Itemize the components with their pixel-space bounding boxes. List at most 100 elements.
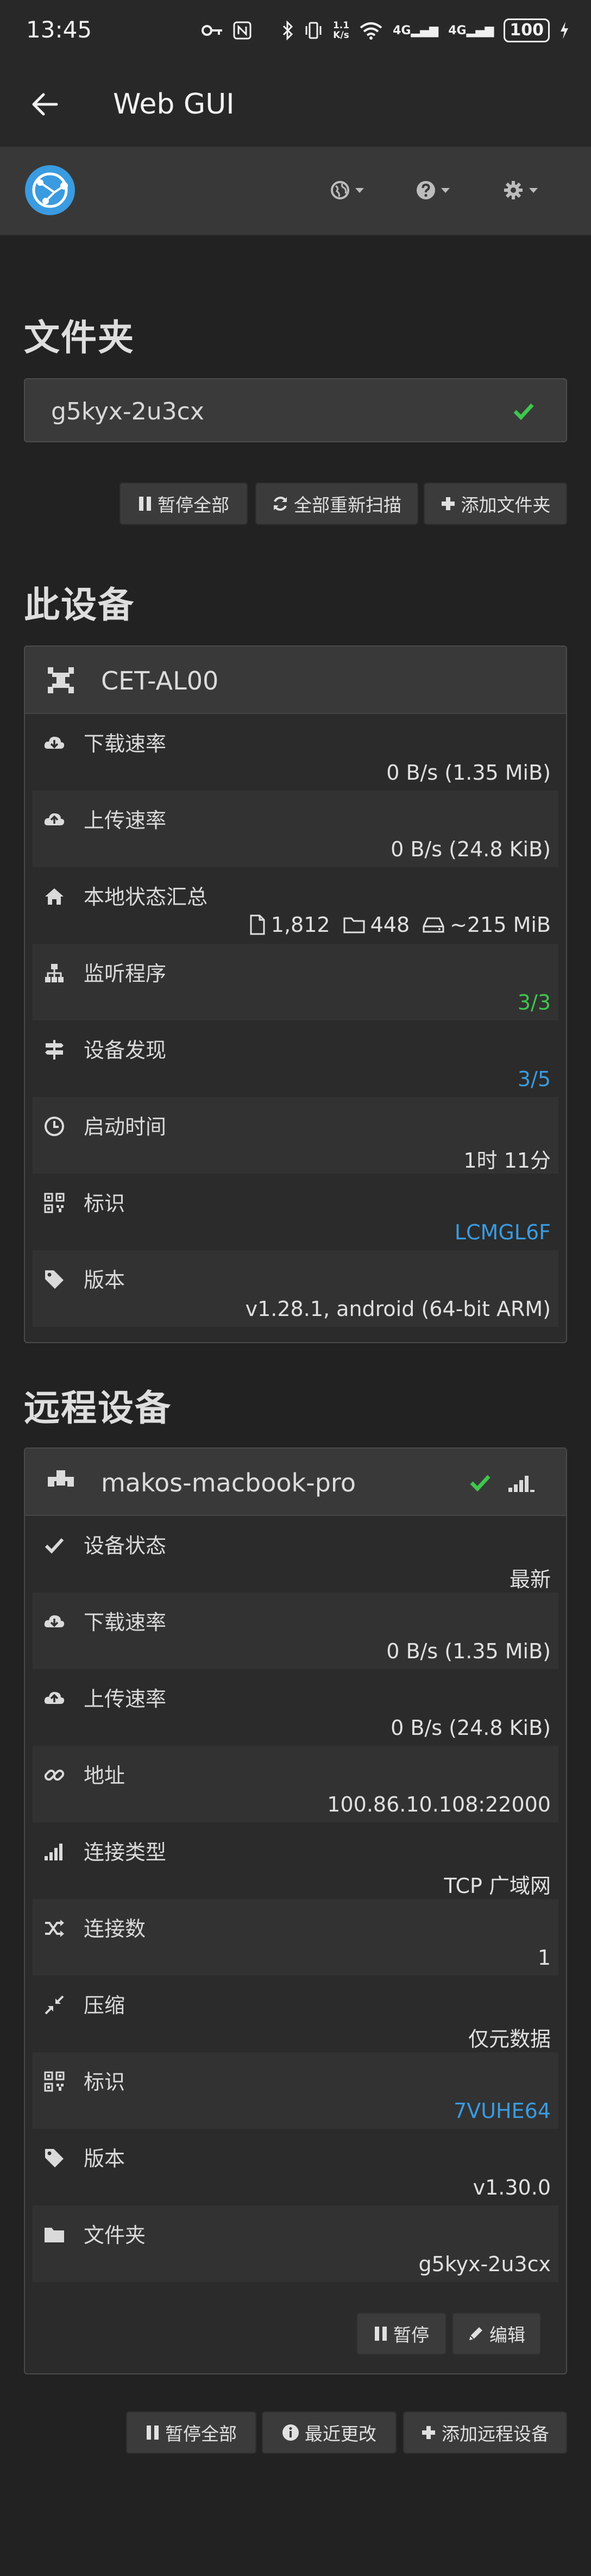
recent-changes-label: 最近更改	[305, 2423, 376, 2445]
listeners-value[interactable]: 3/3	[518, 991, 551, 1014]
this-device-name: CET-AL00	[101, 666, 219, 695]
remote-id-value[interactable]: 7VUHE64	[454, 2099, 551, 2123]
device-id-value[interactable]: LCMGL6F	[455, 1220, 551, 1244]
qrcode-icon	[44, 2071, 65, 2092]
uptime-label: 启动时间	[84, 1115, 167, 1139]
download-rate-value: 0 B/s (1.35 MiB)	[386, 761, 551, 785]
signal-bars-icon	[45, 1844, 62, 1860]
connections-value: 1	[537, 1946, 551, 1970]
hdd-icon	[423, 917, 444, 933]
discovery-row: 设备发现 3/5	[33, 1020, 558, 1097]
clock-icon	[45, 1117, 64, 1136]
add-folder-label: 添加文件夹	[461, 494, 551, 516]
remote-upload-row: 上传速率 0 B/s (24.8 KiB)	[33, 1669, 558, 1746]
this-device-panel: CET-AL00 下载速率 0 B/s (1.35 MiB) 上传速率 0 B/…	[24, 645, 567, 1343]
plus-icon	[441, 497, 455, 510]
remote-id-label: 标识	[84, 2070, 125, 2094]
back-arrow-icon[interactable]	[27, 87, 62, 122]
local-state-row: 本地状态汇总 1,812 448 ~215 MiB	[33, 867, 558, 944]
connection-type-row: 连接类型 TCP 广域网	[33, 1822, 558, 1899]
listeners-label: 监听程序	[84, 962, 167, 986]
settings-menu[interactable]	[503, 175, 538, 205]
pause-all-devices-label: 暂停全部	[165, 2423, 237, 2445]
check-icon	[45, 1538, 64, 1554]
recent-changes-button[interactable]: 最近更改	[262, 2411, 397, 2454]
upload-rate-row: 上传速率 0 B/s (24.8 KiB)	[33, 791, 558, 867]
help-menu[interactable]	[416, 175, 450, 205]
pause-icon	[147, 2425, 159, 2440]
pause-all-label: 暂停全部	[158, 494, 229, 516]
discovery-value[interactable]: 3/5	[518, 1067, 551, 1091]
upload-rate-label: 上传速率	[84, 808, 167, 832]
chevron-down-icon	[355, 187, 364, 193]
rescan-all-label: 全部重新扫描	[294, 494, 401, 516]
device-id-row: 标识 LCMGL6F	[33, 1174, 558, 1250]
file-count: 1,812	[271, 913, 330, 937]
uptime-value: 1时 11分	[463, 1149, 551, 1173]
remote-devices-heading: 远程设备	[24, 1387, 172, 1429]
shared-folders-label: 文件夹	[84, 2223, 146, 2247]
local-state-summary: 1,812 448 ~215 MiB	[249, 913, 551, 937]
key-icon	[201, 25, 222, 36]
device-status-label: 设备状态	[84, 1534, 167, 1558]
plus-icon	[422, 2426, 435, 2439]
navbar	[0, 147, 591, 236]
signal-bars-icon	[508, 1476, 535, 1492]
signal-2-label: 4G	[448, 23, 467, 37]
pause-device-button[interactable]: 暂停	[356, 2312, 447, 2355]
version-row: 版本 v1.28.1, android (64-bit ARM)	[33, 1250, 558, 1327]
pause-icon	[375, 2327, 387, 2341]
listeners-row: 监听程序 3/3	[33, 944, 558, 1020]
net-speed-value: 1.1	[332, 20, 350, 31]
laptop-icon	[48, 1470, 74, 1487]
local-state-label: 本地状态汇总	[84, 885, 208, 909]
language-menu[interactable]	[330, 175, 364, 205]
address-value: 100.86.10.108:22000	[327, 1792, 551, 1816]
folder-item[interactable]: g5kyx-2u3cx	[24, 378, 567, 442]
this-device-header[interactable]: CET-AL00	[25, 647, 566, 714]
signal-1-label: 4G	[393, 23, 411, 37]
remote-device-header[interactable]: makos-macbook-pro	[25, 1449, 566, 1516]
compression-value: 仅元数据	[468, 2027, 551, 2051]
check-icon	[513, 403, 534, 421]
link-icon	[44, 1769, 65, 1781]
net-speed: 1.1 K/s	[333, 21, 349, 40]
add-remote-device-button[interactable]: 添加远程设备	[403, 2411, 567, 2454]
upload-rate-value: 0 B/s (24.8 KiB)	[391, 837, 551, 861]
rescan-all-button[interactable]: 全部重新扫描	[255, 482, 418, 525]
app-title: Web GUI	[113, 88, 235, 121]
folder-name: g5kyx-2u3cx	[51, 398, 204, 425]
info-icon	[282, 2424, 299, 2441]
bluetooth-icon	[282, 21, 293, 40]
this-device-heading: 此设备	[24, 584, 135, 626]
shared-folders-value: g5kyx-2u3cx	[418, 2252, 551, 2276]
file-icon	[250, 914, 265, 935]
connection-type-label: 连接类型	[84, 1840, 167, 1864]
edit-device-button[interactable]: 编辑	[452, 2312, 541, 2355]
cloud-upload-icon	[44, 1691, 65, 1704]
vibrate-icon	[305, 22, 322, 39]
question-icon	[417, 181, 435, 199]
pause-all-devices-button[interactable]: 暂停全部	[126, 2411, 256, 2454]
remote-download-row: 下载速率 0 B/s (1.35 MiB)	[33, 1593, 558, 1669]
remote-version-value: v1.30.0	[473, 2176, 551, 2199]
download-rate-label: 下载速率	[84, 732, 167, 756]
folder-icon	[45, 2228, 64, 2242]
pause-device-label: 暂停	[393, 2324, 429, 2346]
remote-upload-value: 0 B/s (24.8 KiB)	[391, 1716, 551, 1740]
add-folder-button[interactable]: 添加文件夹	[424, 482, 567, 525]
sitemap-icon	[45, 964, 64, 982]
remote-upload-label: 上传速率	[84, 1687, 167, 1711]
connection-type-value: TCP 广域网	[444, 1874, 551, 1898]
wifi-icon	[360, 22, 382, 40]
remote-download-label: 下载速率	[84, 1610, 167, 1634]
device-id-label: 标识	[84, 1192, 125, 1215]
connections-label: 连接数	[84, 1917, 146, 1941]
app-bar: Web GUI	[0, 60, 591, 147]
pause-all-folders-button[interactable]: 暂停全部	[120, 482, 248, 525]
syncthing-logo[interactable]	[24, 164, 76, 216]
add-remote-device-label: 添加远程设备	[442, 2423, 549, 2445]
tag-icon	[45, 1270, 64, 1289]
address-row: 地址 100.86.10.108:22000	[33, 1746, 558, 1822]
status-time: 13:45	[26, 16, 92, 43]
